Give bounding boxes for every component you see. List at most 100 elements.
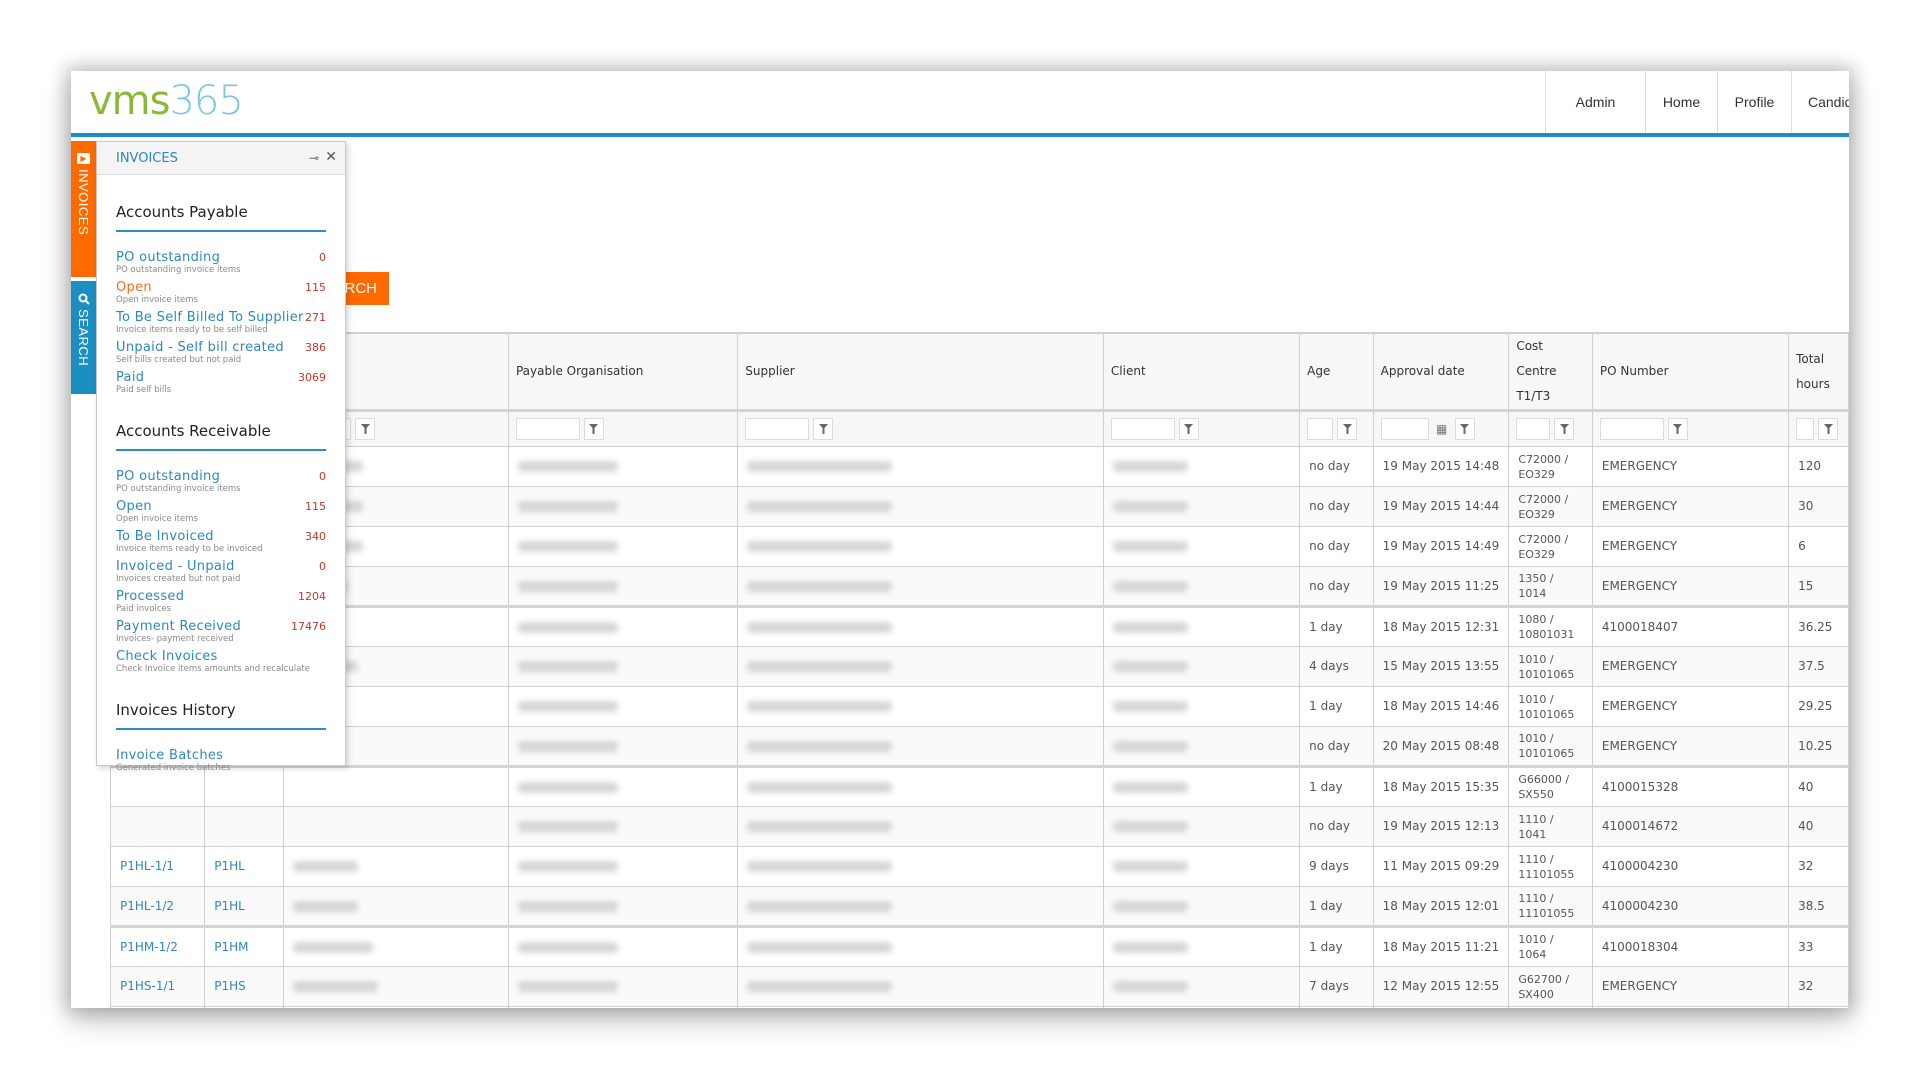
cell-cost-centre: C72000 / EO329: [1508, 486, 1593, 527]
cell-approval-date: 19 May 2015 12:13: [1372, 806, 1510, 847]
table-row[interactable]: no day 19 May 2015 14:49 C72000 / EO329 EME…: [109, 526, 1849, 567]
table-row[interactable]: no day 19 May 2015 14:48 C72000 / EO329 EME…: [109, 446, 1849, 487]
close-icon[interactable]: ✕: [325, 149, 337, 165]
table-row[interactable]: P1HL-1/1 P1HL 9 days 11 May 2015 09:29 1110 …: [109, 846, 1849, 887]
calendar-icon[interactable]: ▦: [1433, 418, 1451, 440]
cell-supplier: [737, 446, 1104, 487]
cell-client: [1102, 486, 1301, 527]
cell-total-hours: 29.25: [1788, 686, 1849, 727]
filter-icon[interactable]: [1667, 418, 1688, 440]
panel-menu-item[interactable]: Open Open invoice items 115: [116, 499, 326, 529]
cell-approval-date: 11 May 2015 09:29: [1372, 846, 1510, 887]
panel-menu-item[interactable]: Invoice Batches Generated invoice batches: [116, 748, 326, 778]
filter-input-age[interactable]: [1307, 418, 1334, 440]
cell-supplier: [737, 886, 1104, 927]
filter-icon[interactable]: [1178, 418, 1199, 440]
cell-po-number: EMERGENCY: [1591, 966, 1790, 1007]
filter-input-client[interactable]: [1110, 418, 1175, 440]
column-header-client[interactable]: Client: [1102, 333, 1301, 411]
panel-menu-item[interactable]: Payment Received Invoices- payment receiv…: [116, 619, 326, 649]
column-header-total-hours[interactable]: Total hours: [1788, 333, 1849, 411]
redacted-text: [517, 821, 618, 832]
menu-item-description: Self bills created but not paid: [116, 355, 242, 365]
table-row[interactable]: 4 days 15 May 2015 13:55 1010 / 10101065 EM…: [109, 646, 1849, 687]
tab-invoices[interactable]: ▶ INVOICES: [71, 141, 96, 277]
panel-menu-item[interactable]: To Be Self Billed To Supplier Invoice ite…: [116, 310, 326, 340]
panel-menu-item[interactable]: Processed Paid invoices 1204: [116, 589, 326, 619]
cell-supplier: [737, 605, 1104, 647]
nav-home[interactable]: Home: [1645, 71, 1717, 133]
menu-item-count: 0: [319, 251, 326, 264]
table-row[interactable]: no day 19 May 2015 14:44 C72000 / EO329 EME…: [109, 486, 1849, 527]
cell-approval-date: 20 May 2015 08:48: [1372, 726, 1510, 767]
table-row[interactable]: P1HL-1/2 P1HL 1 day 18 May 2015 12:01 1110 /…: [109, 886, 1849, 927]
table-row[interactable]: 1 day 18 May 2015 14:46 1010 / 10101065 EME…: [109, 686, 1849, 727]
filter-input-po-number[interactable]: [1599, 418, 1664, 440]
filter-input-supplier[interactable]: [745, 418, 810, 440]
panel-menu-item[interactable]: To Be Invoiced Invoice items ready to be …: [116, 529, 326, 559]
nav-candidates[interactable]: Candid: [1791, 71, 1849, 133]
menu-item-count: 115: [305, 281, 326, 294]
panel-menu-item[interactable]: PO outstanding PO outstanding invoice ite…: [116, 469, 326, 499]
nav-admin[interactable]: Admin: [1545, 71, 1645, 133]
table-row[interactable]: 1 day 18 May 2015 15:35 G66000 / SX550 4100…: [109, 765, 1849, 807]
cell-ref[interactable]: P1HS-1/1: [109, 966, 206, 1007]
table-row[interactable]: 1 day 18 May 2015 12:31 1080 / 10801031 410…: [109, 605, 1849, 647]
panel-menu-item[interactable]: Invoiced - Unpaid Invoices created but no…: [116, 559, 326, 589]
cell-ref[interactable]: P1HL-1/2: [109, 886, 206, 927]
panel-menu-item[interactable]: Open Open invoice items 115: [116, 280, 326, 310]
cell-client: [1102, 1006, 1301, 1008]
filter-input-total-hours[interactable]: [1796, 418, 1815, 440]
column-header-age[interactable]: Age: [1299, 333, 1374, 411]
cell-client: [1102, 886, 1301, 927]
menu-item-description: Invoice items ready to be self billed: [116, 325, 268, 335]
nav-profile[interactable]: Profile: [1717, 71, 1791, 133]
column-header-payable-org[interactable]: Payable Organisation: [507, 333, 739, 411]
filter-icon[interactable]: [1554, 418, 1575, 440]
panel-menu-item[interactable]: Check Invoices Check Invoice items amount…: [116, 649, 326, 679]
panel-menu-item[interactable]: Paid Paid self bills 3069: [116, 370, 326, 400]
header: vms365 Admin Home Profile Candid: [71, 71, 1849, 137]
filter-input-cost-centre[interactable]: [1516, 418, 1551, 440]
column-filter: [1599, 418, 1781, 440]
column-header-cost-centre[interactable]: Cost Centre T1/T3: [1508, 333, 1593, 411]
table-row[interactable]: no day 19 May 2015 11:25 1350 / 1014 EMERGE…: [109, 566, 1849, 607]
filter-icon[interactable]: [1454, 418, 1475, 440]
logo[interactable]: vms365: [89, 78, 244, 124]
column-header-po-number[interactable]: PO Number: [1591, 333, 1790, 411]
cell-approval-date: 19 May 2015 14:49: [1372, 526, 1510, 567]
column-header-supplier[interactable]: Supplier: [737, 333, 1104, 411]
cell-code[interactable]: P1HL: [204, 886, 285, 927]
cell-ref[interactable]: P1HM-1/2: [109, 925, 206, 967]
table-row[interactable]: no day 19 May 2015 12:13 1110 / 1041 410001…: [109, 806, 1849, 847]
cell-ref[interactable]: P1HS-1/2: [109, 1006, 206, 1008]
panel-menu-item[interactable]: Unpaid - Self bill created Self bills cre…: [116, 340, 326, 370]
table-row[interactable]: P1HS-1/2P1HS 1 day18 May 2015 10:20G62700…: [109, 1006, 1849, 1008]
filter-icon[interactable]: [583, 418, 604, 440]
cell-code[interactable]: P1HS: [204, 966, 285, 1007]
filter-icon[interactable]: [1337, 418, 1358, 440]
cell-ref[interactable]: P1HL-1/1: [109, 846, 206, 887]
cell-worker: [283, 886, 509, 927]
filter-icon[interactable]: [813, 418, 834, 440]
filter-input-approval-date[interactable]: [1380, 418, 1429, 440]
table-row[interactable]: no day 20 May 2015 08:48 1010 / 10101065 EM…: [109, 726, 1849, 767]
cell-cost-centre: C72000 / EO329: [1508, 446, 1593, 487]
cell-code[interactable]: P1HL: [204, 846, 285, 887]
cell-code[interactable]: [204, 806, 285, 847]
cell-code[interactable]: P1HM: [204, 925, 285, 967]
tab-search[interactable]: SEARCH: [71, 281, 96, 394]
panel-menu-item[interactable]: PO outstanding PO outstanding invoice ite…: [116, 250, 326, 280]
table-row[interactable]: P1HM-1/2 P1HM 1 day 18 May 2015 11:21 1010 /…: [109, 925, 1849, 967]
filter-icon[interactable]: [1818, 418, 1839, 440]
filter-icon[interactable]: [355, 418, 376, 440]
table-row[interactable]: P1HS-1/1 P1HS 7 days 12 May 2015 12:55 G6270…: [109, 966, 1849, 1007]
filter-input-payable-org[interactable]: [515, 418, 580, 440]
menu-item-count: 0: [319, 560, 326, 573]
cell-ref[interactable]: [109, 806, 206, 847]
pin-icon[interactable]: ⊸: [309, 151, 319, 165]
menu-item-label: Invoiced - Unpaid: [116, 559, 235, 574]
column-header-approval-date[interactable]: Approval date: [1372, 333, 1510, 411]
cell-code[interactable]: P1HS: [204, 1006, 285, 1008]
cell-age: 1 day: [1299, 686, 1374, 727]
